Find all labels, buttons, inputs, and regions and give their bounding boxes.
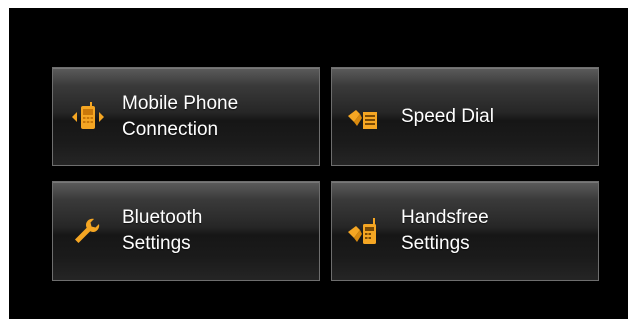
label-line: Settings <box>401 233 470 254</box>
handsfree-icon <box>346 216 376 246</box>
label-line: Settings <box>122 233 191 254</box>
mobile-phone-connection-label: Mobile Phone Connection <box>122 91 311 143</box>
bluetooth-settings-label: Bluetooth Settings <box>122 205 311 257</box>
label-line: Speed Dial <box>401 105 494 127</box>
speed-dial-button[interactable]: Speed Dial <box>331 67 599 166</box>
bluetooth-settings-button[interactable]: Bluetooth Settings <box>52 181 320 281</box>
wrench-icon <box>72 216 102 246</box>
phone-connection-icon <box>71 101 104 132</box>
label-line: Connection <box>122 118 219 140</box>
speed-dial-icon <box>346 102 377 132</box>
handsfree-settings-button[interactable]: Handsfree Settings <box>331 181 599 281</box>
handsfree-settings-label: Handsfree Settings <box>401 205 590 257</box>
label-line: Handsfree <box>401 207 489 228</box>
speed-dial-label: Speed Dial <box>401 104 590 130</box>
label-line: Mobile Phone <box>122 92 239 114</box>
menu-screen: Mobile Phone Connection Speed Dial Bluet… <box>9 8 628 319</box>
label-line: Bluetooth <box>122 207 203 228</box>
mobile-phone-connection-button[interactable]: Mobile Phone Connection <box>52 67 320 166</box>
